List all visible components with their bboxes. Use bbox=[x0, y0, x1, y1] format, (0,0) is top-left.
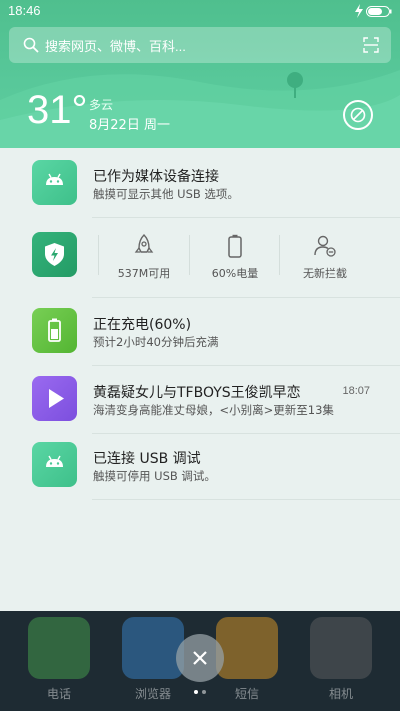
divider bbox=[92, 499, 400, 500]
search-input[interactable]: 搜索网页、微博、百科... bbox=[45, 36, 186, 55]
dock-app-camera bbox=[310, 617, 372, 679]
notification-title: 已连接 USB 调试 bbox=[93, 451, 201, 467]
blocked-label: 无新拦截 bbox=[303, 267, 347, 280]
notification-subtitle: 海清变身高能准丈母娘，<小别离>更新至13集 bbox=[93, 403, 334, 417]
do-not-disturb-icon bbox=[350, 107, 366, 123]
search-bar[interactable]: 搜索网页、微博、百科... bbox=[9, 27, 391, 63]
notification-title: 正在充电(60%) bbox=[93, 317, 192, 333]
search-icon bbox=[23, 37, 39, 53]
weather-date: 8月22日 周一 bbox=[89, 118, 170, 133]
battery-outline-icon bbox=[228, 234, 242, 258]
dock-app-messages bbox=[216, 617, 278, 679]
battery-charging-icon bbox=[32, 308, 77, 353]
battery-icon bbox=[366, 6, 392, 17]
notification-charging[interactable]: 正在充电(60%) 预计2小时40分钟后充满 bbox=[0, 296, 400, 366]
close-panel-button[interactable] bbox=[176, 634, 224, 682]
page-indicator-dot bbox=[202, 690, 206, 694]
android-icon bbox=[32, 160, 77, 205]
dock-app-browser bbox=[122, 617, 184, 679]
notification-title: 已作为媒体设备连接 bbox=[93, 169, 219, 185]
status-bar: 18:46 bbox=[0, 0, 400, 22]
notification-video-news[interactable]: 黄磊疑女儿与TFBOYS王俊凯早恋 18:07 海清变身高能准丈母娘，<小别离>… bbox=[0, 364, 400, 434]
notification-subtitle: 触摸可停用 USB 调试。 bbox=[93, 469, 216, 483]
dock-label-phone: 电话 bbox=[46, 687, 71, 701]
rocket-icon bbox=[134, 234, 154, 253]
notification-usb-media[interactable]: 已作为媒体设备连接 触摸可显示其他 USB 选项。 bbox=[0, 148, 400, 218]
security-quick-stats[interactable]: 537M可用 60%电量 无新拦截 bbox=[0, 223, 400, 298]
memory-boost-button[interactable]: 537M可用 bbox=[99, 233, 189, 288]
notification-time: 18:07 bbox=[342, 385, 370, 397]
battery-stat-button[interactable]: 60%电量 bbox=[190, 233, 280, 288]
video-play-icon bbox=[32, 376, 77, 421]
close-icon bbox=[193, 651, 207, 665]
notification-subtitle: 预计2小时40分钟后充满 bbox=[93, 335, 219, 349]
scan-icon[interactable] bbox=[363, 37, 379, 53]
weather-header: 18:46 搜索网页、微博、百科... 31° 多云 8月22日 周一 bbox=[0, 0, 400, 150]
status-time: 18:46 bbox=[8, 3, 41, 18]
notification-title: 黄磊疑女儿与TFBOYS王俊凯早恋 bbox=[93, 385, 301, 401]
temperature: 31° bbox=[27, 88, 88, 132]
user-block-icon bbox=[314, 235, 336, 257]
android-icon bbox=[32, 442, 77, 487]
battery-label: 60%电量 bbox=[211, 267, 259, 280]
weather-condition: 多云 bbox=[89, 98, 114, 112]
blocked-calls-button[interactable]: 无新拦截 bbox=[280, 233, 370, 288]
dock-label-browser: 浏览器 bbox=[134, 687, 171, 701]
notification-subtitle: 触摸可显示其他 USB 选项。 bbox=[93, 187, 239, 201]
dock-label-messages: 短信 bbox=[234, 687, 259, 701]
do-not-disturb-button[interactable] bbox=[343, 100, 373, 130]
charging-bolt-icon bbox=[355, 4, 363, 18]
dock-app-phone bbox=[28, 617, 90, 679]
dock-label-camera: 相机 bbox=[328, 687, 353, 701]
page-indicator-dot bbox=[194, 690, 198, 694]
security-shield-icon bbox=[32, 232, 77, 277]
notification-usb-debug[interactable]: 已连接 USB 调试 触摸可停用 USB 调试。 bbox=[0, 430, 400, 500]
notification-panel: 已作为媒体设备连接 触摸可显示其他 USB 选项。 537M可用 60%电量 无… bbox=[0, 148, 400, 611]
memory-label: 537M可用 bbox=[117, 267, 171, 280]
divider bbox=[92, 217, 400, 218]
